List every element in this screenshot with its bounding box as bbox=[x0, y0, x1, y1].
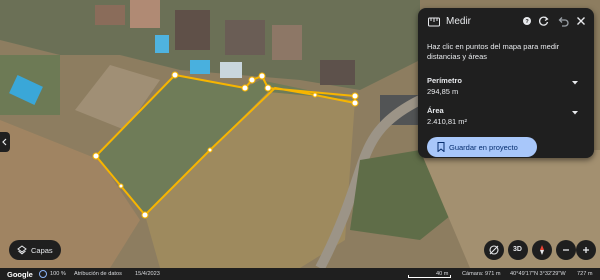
hide-3d-buildings-button[interactable] bbox=[484, 240, 504, 260]
elevation: 727 m bbox=[577, 271, 593, 277]
house-roof bbox=[130, 0, 160, 28]
help-icon: ? bbox=[523, 17, 531, 25]
measure-vertex[interactable] bbox=[248, 76, 256, 84]
camera-altitude: Cámara: 971 m bbox=[462, 271, 501, 277]
compass-button[interactable] bbox=[532, 240, 552, 260]
ruler-icon bbox=[428, 17, 440, 27]
toggle-3d-label: 3D bbox=[513, 246, 522, 253]
layers-icon bbox=[17, 245, 27, 255]
layers-label: Capas bbox=[31, 246, 53, 255]
loading-indicator-icon bbox=[39, 270, 47, 278]
status-bar: Google 100 % Atribución de datos 15/4/20… bbox=[0, 268, 600, 280]
area-value: 2.410,81 m² bbox=[427, 117, 468, 126]
measure-hint: Haz clic en puntos del mapa para medir d… bbox=[427, 42, 560, 61]
google-logo: Google bbox=[7, 270, 33, 279]
imagery-date: 15/4/2023 bbox=[135, 271, 160, 277]
measure-vertex[interactable] bbox=[241, 84, 249, 92]
house-roof bbox=[225, 20, 265, 55]
measure-midpoint[interactable] bbox=[207, 147, 213, 153]
compass-icon bbox=[540, 245, 544, 255]
coordinates: 40°49'17"N 3°32'29"W bbox=[510, 271, 566, 277]
reset-icon bbox=[539, 16, 549, 26]
measure-panel: Medir ? Haz clic en puntos del mapa para… bbox=[418, 8, 594, 158]
bookmark-icon bbox=[437, 142, 445, 152]
zoom-out-button[interactable] bbox=[556, 240, 576, 260]
minus-icon bbox=[563, 249, 569, 251]
zoom-in-button[interactable] bbox=[576, 240, 596, 260]
save-to-project-label: Guardar en proyecto bbox=[449, 143, 518, 152]
swimming-pool bbox=[155, 35, 169, 53]
layers-button[interactable]: Capas bbox=[9, 240, 61, 260]
measure-midpoint[interactable] bbox=[312, 92, 318, 98]
scale-bar bbox=[408, 275, 451, 278]
swimming-pool bbox=[190, 60, 210, 74]
measure-vertex[interactable] bbox=[258, 72, 266, 80]
house-roof bbox=[320, 60, 355, 85]
toggle-3d-button[interactable]: 3D bbox=[508, 240, 528, 260]
measure-vertex[interactable] bbox=[141, 211, 149, 219]
collapse-panel-tab[interactable] bbox=[0, 132, 10, 152]
house-roof bbox=[95, 5, 125, 25]
caret-down-icon[interactable] bbox=[570, 79, 580, 87]
measure-vertex[interactable] bbox=[351, 92, 359, 100]
plus-icon bbox=[583, 247, 589, 253]
measure-vertex[interactable] bbox=[264, 84, 272, 92]
save-to-project-button[interactable]: Guardar en proyecto bbox=[427, 137, 537, 157]
chevron-left-icon bbox=[2, 138, 7, 146]
render-percent: 100 % bbox=[50, 271, 66, 277]
measure-panel-header: Medir ? bbox=[418, 8, 594, 36]
area-label: Área bbox=[427, 106, 444, 115]
close-icon bbox=[577, 17, 585, 25]
close-button[interactable] bbox=[574, 14, 588, 28]
house-roof bbox=[175, 10, 210, 50]
measure-vertex[interactable] bbox=[92, 152, 100, 160]
perimeter-label: Perímetro bbox=[427, 76, 463, 85]
measure-vertex[interactable] bbox=[171, 71, 179, 79]
reset-button[interactable] bbox=[537, 14, 551, 28]
perimeter-value: 294,85 m bbox=[427, 87, 459, 96]
help-button[interactable]: ? bbox=[520, 14, 534, 28]
data-attribution-link[interactable]: Atribución de datos bbox=[74, 271, 122, 277]
swimming-pool bbox=[220, 62, 242, 78]
house-roof bbox=[272, 25, 302, 60]
caret-down-icon[interactable] bbox=[570, 109, 580, 117]
undo-icon bbox=[558, 17, 569, 27]
undo-button[interactable] bbox=[556, 14, 570, 28]
measure-vertex[interactable] bbox=[351, 99, 359, 107]
visibility-off-icon bbox=[489, 245, 499, 255]
measure-midpoint[interactable] bbox=[118, 183, 124, 189]
measure-panel-title: Medir bbox=[446, 16, 472, 27]
